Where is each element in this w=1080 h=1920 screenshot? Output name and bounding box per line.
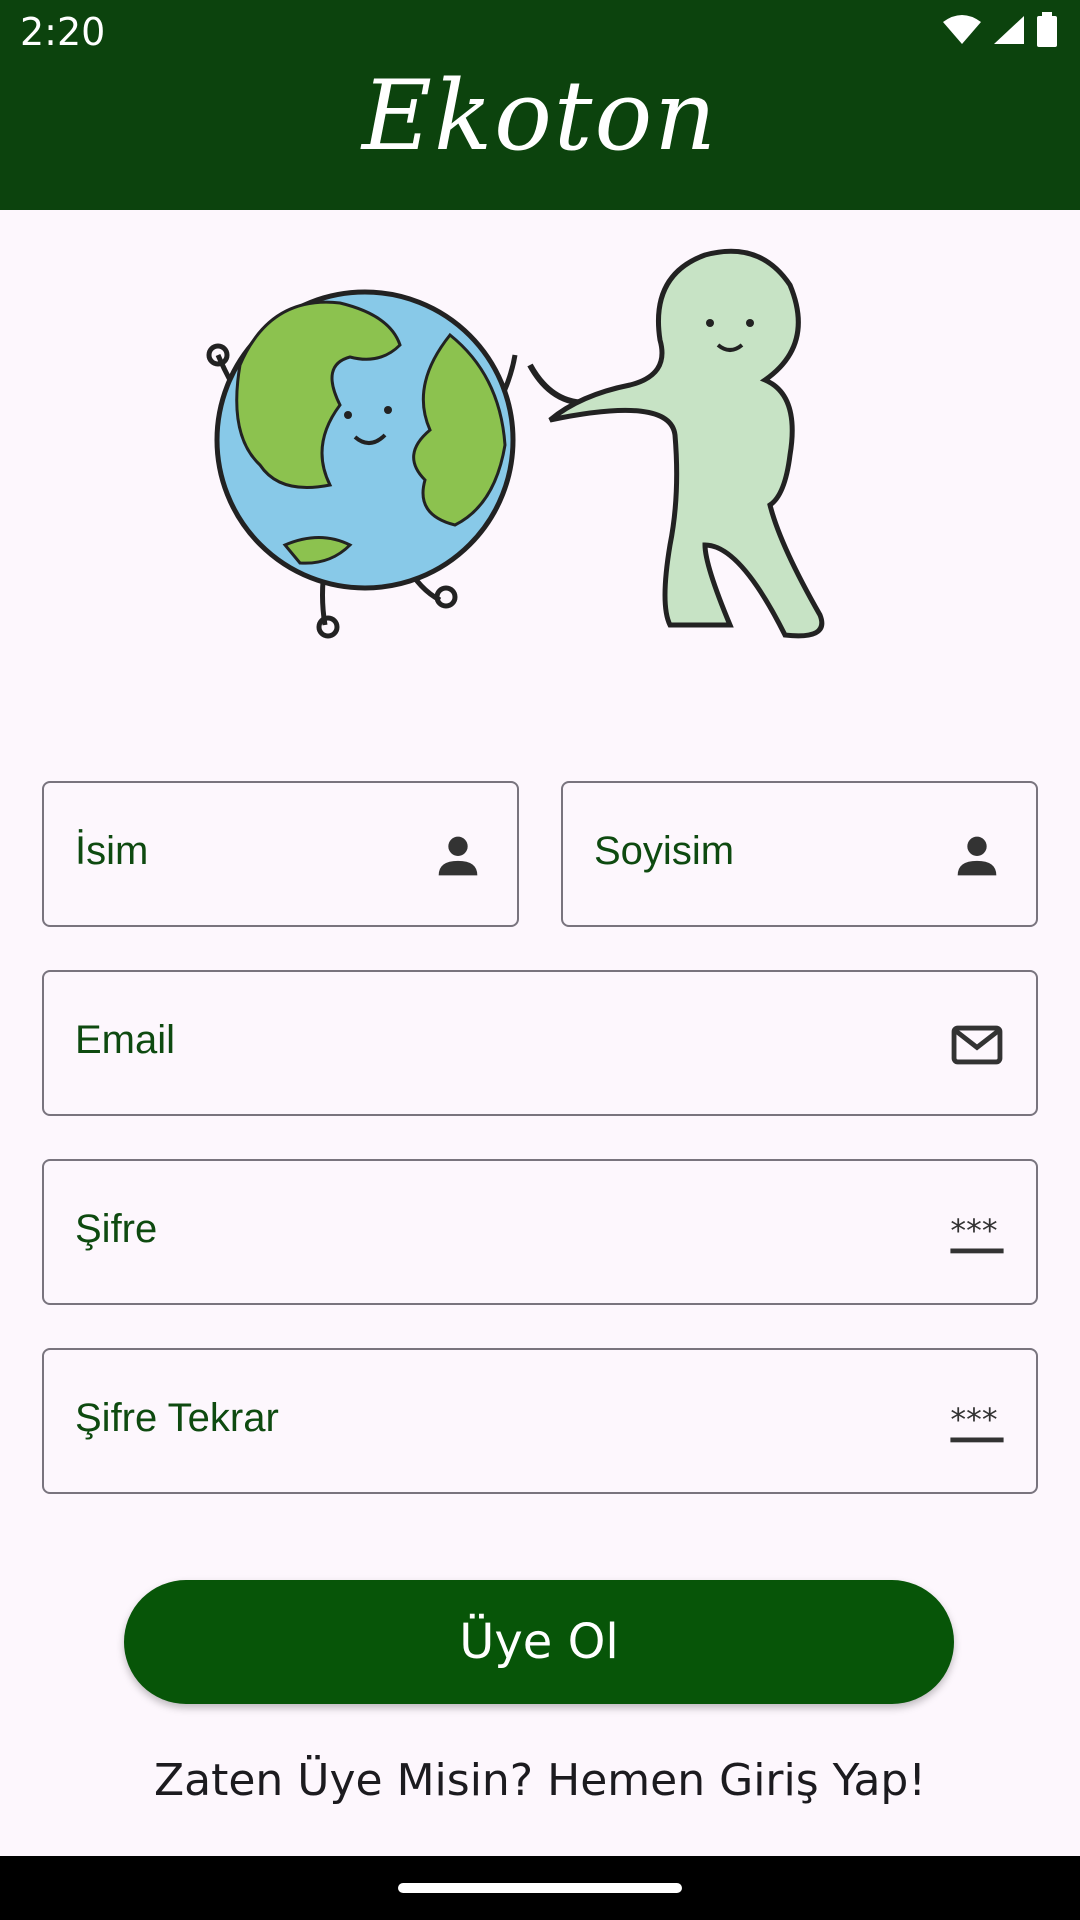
email-field[interactable]: Email: [42, 970, 1038, 1116]
signup-button[interactable]: Üye Ol: [124, 1580, 954, 1704]
mail-icon: [951, 1025, 1003, 1065]
status-time: 2:20: [20, 10, 106, 54]
app-title: Ekoton: [361, 60, 719, 172]
svg-text:***: ***: [950, 1402, 997, 1438]
earth-and-friend-illustration: [206, 248, 825, 639]
password-repeat-label: Şifre Tekrar: [75, 1396, 279, 1440]
person-icon: [957, 836, 997, 876]
email-label: Email: [75, 1018, 176, 1062]
person-icon: [438, 836, 478, 876]
svg-text:***: ***: [950, 1213, 997, 1249]
home-indicator[interactable]: [398, 1883, 682, 1893]
login-link[interactable]: Zaten Üye Misin? Hemen Giriş Yap!: [0, 1755, 1080, 1806]
wifi-icon: [943, 15, 981, 44]
last-name-label: Soyisim: [594, 829, 735, 873]
password-icon: ***: [950, 1402, 1004, 1443]
password-field[interactable]: Şifre ***: [42, 1159, 1038, 1305]
signal-icon: [994, 16, 1024, 44]
password-icon: ***: [950, 1213, 1004, 1254]
app-header: 2:20 Ekoton: [0, 0, 1080, 210]
password-label: Şifre: [75, 1207, 158, 1251]
first-name-field[interactable]: İsim: [42, 781, 519, 927]
status-icons: [942, 12, 1058, 48]
last-name-field[interactable]: Soyisim: [561, 781, 1038, 927]
first-name-label: İsim: [75, 829, 149, 873]
password-repeat-field[interactable]: Şifre Tekrar ***: [42, 1348, 1038, 1494]
battery-icon: [1037, 12, 1057, 47]
status-bar: 2:20: [0, 0, 1080, 64]
